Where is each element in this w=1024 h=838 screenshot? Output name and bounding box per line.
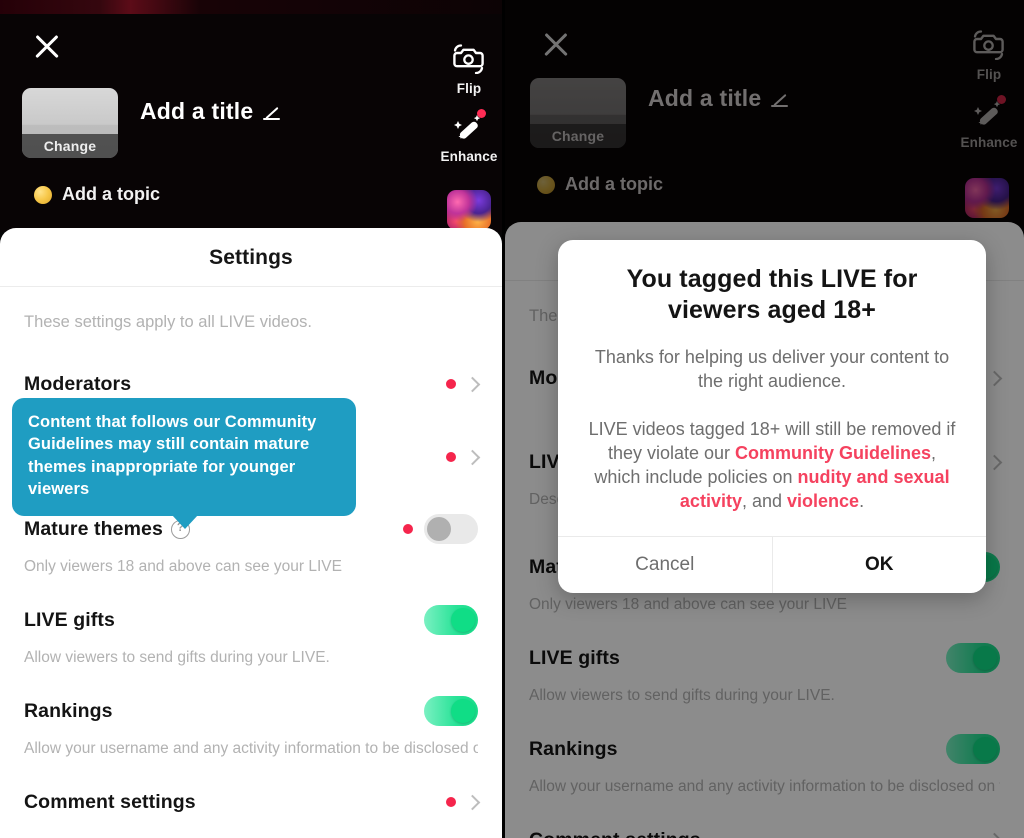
dialog-p2-text-3: , and xyxy=(741,491,788,512)
dialog-actions: Cancel OK xyxy=(558,535,987,593)
panel-divider xyxy=(502,0,505,838)
row-label-moderators: Moderators xyxy=(24,372,132,395)
row-sub-live-gifts: Allow viewers to send gifts during your … xyxy=(24,649,330,666)
toggle-knob xyxy=(427,517,451,541)
row-control-mature-themes[interactable] xyxy=(403,514,478,544)
screenshot-root: Change Add a title Add a topic Flip Enha… xyxy=(0,0,1024,838)
mature-themes-tooltip[interactable]: Content that follows our Community Guide… xyxy=(12,398,356,529)
dialog-title: You tagged this LIVE for viewers aged 18… xyxy=(626,265,918,324)
settings-row-rankings[interactable]: Rankings xyxy=(24,681,478,731)
add-topic-button[interactable]: Add a topic xyxy=(34,184,160,205)
live-setup-header-left: Change Add a title Add a topic Flip Enha… xyxy=(0,0,502,232)
settings-title: Settings xyxy=(209,246,293,269)
row-control-rankings[interactable] xyxy=(424,696,478,726)
settings-row-moderators[interactable]: Moderators xyxy=(24,354,481,404)
cover-thumbnail[interactable]: Change xyxy=(22,88,118,158)
rankings-toggle[interactable] xyxy=(424,696,478,726)
ok-button[interactable]: OK xyxy=(773,537,987,593)
settings-note: These settings apply to all LIVE videos. xyxy=(24,313,312,331)
chevron-right-icon xyxy=(464,794,481,810)
header-top-tint xyxy=(0,0,502,14)
chevron-right-icon xyxy=(464,449,481,465)
row-label-comment-settings: Comment settings xyxy=(24,790,196,813)
left-panel: Change Add a title Add a topic Flip Enha… xyxy=(0,0,502,838)
toggle-knob xyxy=(451,608,475,632)
new-badge-dot xyxy=(403,524,413,534)
enhance-label: Enhance xyxy=(440,149,498,164)
row-sub-rankings: Allow your username and any activity inf… xyxy=(24,740,478,757)
age-tag-confirm-dialog: You tagged this LIVE for viewers aged 18… xyxy=(558,240,986,593)
pencil-icon xyxy=(262,102,281,121)
new-badge-dot xyxy=(446,452,456,462)
effects-thumbnail-button[interactable] xyxy=(447,190,491,230)
community-guidelines-link[interactable]: Community Guidelines xyxy=(735,443,931,463)
cancel-button[interactable]: Cancel xyxy=(558,536,773,593)
violence-link[interactable]: violence xyxy=(787,491,859,511)
row-label-rankings: Rankings xyxy=(24,699,113,722)
new-badge-dot xyxy=(446,379,456,389)
dialog-paragraph-2: LIVE videos tagged 18+ will still be rem… xyxy=(584,417,960,514)
row-control-moderators[interactable] xyxy=(446,376,481,392)
mature-themes-toggle[interactable] xyxy=(424,514,478,544)
new-badge-dot xyxy=(446,797,456,807)
settings-row-comment-settings[interactable]: Comment settings xyxy=(24,772,481,822)
row-control-live-goals[interactable] xyxy=(446,449,481,465)
close-icon[interactable] xyxy=(30,30,64,64)
add-title-label: Add a title xyxy=(140,98,254,124)
add-title-button[interactable]: Add a title xyxy=(140,98,281,125)
enhance-notification-dot xyxy=(477,109,486,118)
live-gifts-toggle[interactable] xyxy=(424,605,478,635)
toggle-knob xyxy=(451,699,475,723)
settings-row-live-gifts[interactable]: LIVE gifts xyxy=(24,590,478,640)
row-control-comment-settings[interactable] xyxy=(446,794,481,810)
enhance-button[interactable]: Enhance xyxy=(429,109,502,164)
settings-list: These settings apply to all LIVE videos.… xyxy=(0,287,502,822)
dialog-paragraph-1: Thanks for helping us deliver your conte… xyxy=(594,347,950,392)
chevron-right-icon xyxy=(464,376,481,392)
cover-change-label[interactable]: Change xyxy=(22,134,118,158)
flip-camera-button[interactable]: Flip xyxy=(429,42,502,96)
row-label-live-gifts: LIVE gifts xyxy=(24,608,115,631)
row-label-mature-themes-text: Mature themes xyxy=(24,517,163,540)
topic-bubble-icon xyxy=(34,185,52,204)
dialog-p2-text-4: . xyxy=(859,491,865,512)
dialog-body: You tagged this LIVE for viewers aged 18… xyxy=(558,240,986,536)
right-panel: Change Add a title Add a topic Flip Enha… xyxy=(505,0,1024,838)
row-sub-mature-themes: Only viewers 18 and above can see your L… xyxy=(24,558,342,575)
row-control-live-gifts[interactable] xyxy=(424,605,478,635)
tooltip-text: Content that follows our Community Guide… xyxy=(28,413,317,499)
settings-sheet-left: Settings These settings apply to all LIV… xyxy=(0,228,502,838)
row-label-mature-themes: Mature themes ? xyxy=(24,518,190,541)
enhance-wand-icon xyxy=(449,109,489,146)
flip-label: Flip xyxy=(456,81,482,96)
flip-camera-icon xyxy=(449,42,489,78)
add-topic-label: Add a topic xyxy=(62,184,160,204)
